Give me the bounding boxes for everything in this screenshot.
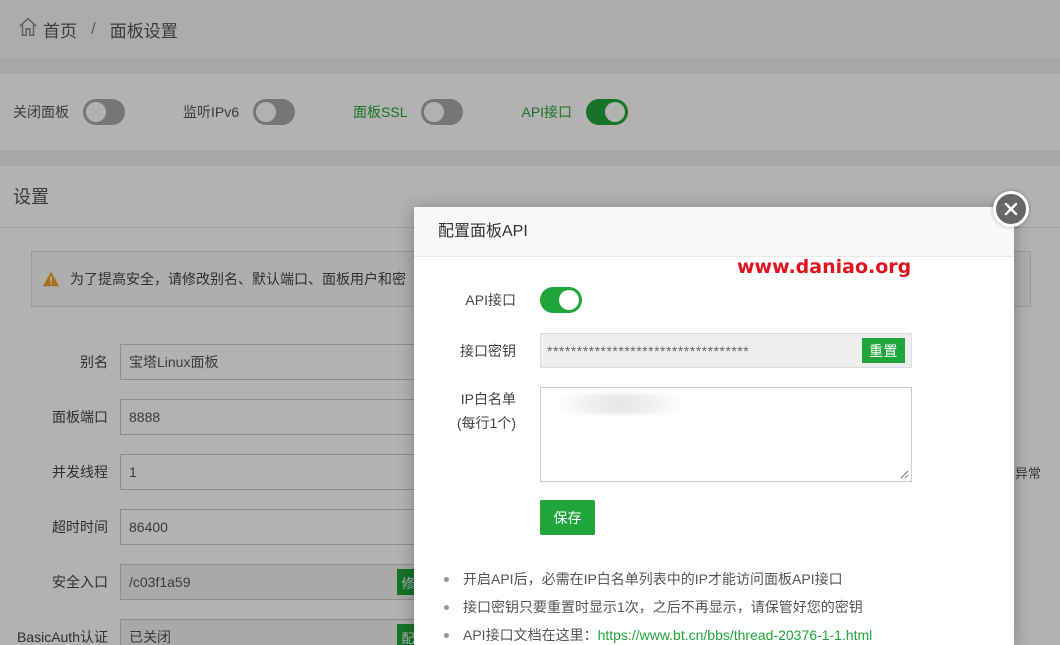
- secret-field: ********************************** 重置: [540, 333, 912, 368]
- list-item: API接口文档在这里： https://www.bt.cn/bbs/thread-…: [444, 625, 1004, 645]
- api-notes: 开启API后，必需在IP白名单列表中的IP才能访问面板API接口 接口密钥只要重…: [444, 569, 1004, 645]
- close-modal-button[interactable]: [993, 191, 1029, 227]
- modal-api-switch[interactable]: [540, 287, 582, 313]
- note-text: 开启API后，必需在IP白名单列表中的IP才能访问面板API接口: [463, 571, 843, 587]
- note-text: 接口密钥只要重置时显示1次，之后不再显示，请保管好您的密钥: [463, 599, 863, 615]
- watermark-text: www.daniao.org: [737, 256, 912, 278]
- ip-whitelist-label: IP白名单 (每行1个): [414, 387, 540, 435]
- close-icon: [1004, 202, 1018, 216]
- modal-title: 配置面板API: [414, 207, 1014, 257]
- ip-label-line2: (每行1个): [456, 415, 516, 431]
- bullet-icon: [444, 605, 449, 610]
- list-item: 开启API后，必需在IP白名单列表中的IP才能访问面板API接口: [444, 569, 1004, 597]
- reset-secret-button[interactable]: 重置: [862, 338, 905, 363]
- secret-label: 接口密钥: [460, 343, 516, 359]
- list-item: 接口密钥只要重置时显示1次，之后不再显示，请保管好您的密钥: [444, 597, 1004, 625]
- note-text: API接口文档在这里：: [463, 627, 598, 643]
- api-config-modal: 配置面板API API接口 接口密钥 *********************…: [414, 207, 1014, 645]
- secret-value: **********************************: [547, 342, 750, 359]
- resize-grip-icon[interactable]: [899, 469, 909, 479]
- modal-row-api: API接口: [414, 287, 1014, 313]
- modal-row-secret: 接口密钥 ********************************** …: [414, 333, 1014, 368]
- bullet-icon: [444, 577, 449, 582]
- modal-row-save: 保存: [414, 500, 1014, 535]
- api-label: API接口: [465, 292, 516, 308]
- ip-label-line1: IP白名单: [460, 391, 516, 407]
- save-button[interactable]: 保存: [540, 500, 595, 535]
- ip-whitelist-textarea[interactable]: [540, 387, 912, 482]
- api-docs-link[interactable]: https://www.bt.cn/bbs/thread-20376-1-1.h…: [598, 625, 873, 645]
- bullet-icon: [444, 633, 449, 638]
- modal-row-ip-whitelist: IP白名单 (每行1个): [414, 387, 1014, 482]
- blurred-ip-entry: [555, 394, 685, 414]
